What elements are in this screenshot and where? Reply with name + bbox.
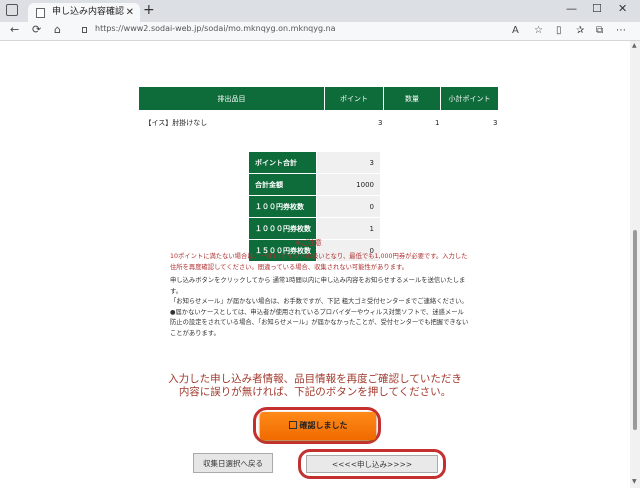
scroll-down-icon[interactable]: ▼ [632,478,637,485]
summary-label: ポイント合計 [248,151,317,174]
split-screen-icon[interactable]: ▯ [556,25,562,36]
summary-value: 3 [316,151,381,174]
back-arrow-icon[interactable]: ← [10,23,19,36]
read-aloud-icon[interactable]: A [512,25,519,36]
summary-row: １０００円券枚数 1 [248,217,381,240]
submit-button[interactable]: <<<<申し込み>>>> [306,455,438,473]
minimize-button[interactable]: — [566,2,577,15]
scroll-thumb[interactable] [633,230,637,430]
favorite-star-icon[interactable]: ☆ [534,25,543,36]
favorites-icon[interactable]: ✰ [576,25,584,36]
summary-value: 0 [316,195,381,218]
column-header-subtotal: 小計ポイント [440,86,499,111]
notice-line: 「お知らせメール」が届かない場合は、お手数ですが、下記 粗大ゴミ受付センターまで… [170,298,468,305]
notice-title: ※ご注意 [295,239,322,247]
notice-warning-text: 10ポイントに満たない場合は、一律10ポイントの扱いとなり、最低でも1,000円… [170,253,468,271]
summary-row: 合計金額 1000 [248,173,381,196]
item-name: 【イス】肘掛けなし [144,118,208,127]
column-header-points: ポイント [324,86,384,111]
confirm-message-line: 入力した申し込み者情報、品目情報を再度ご確認していただき [168,373,462,385]
item-qty: 1 [435,118,440,127]
items-table: 排出品目 ポイント 数量 小計ポイント 【イス】肘掛けなし 3 1 3 [138,86,499,134]
new-tab-button[interactable]: + [143,2,155,18]
summary-label: 合計金額 [248,173,317,196]
confirm-button[interactable]: 確認しました [260,412,376,440]
checkbox-icon[interactable] [288,421,297,429]
summary-value: 1000 [316,173,381,196]
maximize-button[interactable]: ☐ [592,2,602,15]
tab-actions-icon[interactable] [6,4,18,16]
notice-body: 申し込みボタンをクリックしてから 通常1時間以内に申し込み内容をお知らせするメー… [170,276,470,339]
scroll-up-icon[interactable]: ▲ [632,42,637,49]
back-to-date-button[interactable]: 収集日選択へ戻る [193,453,273,473]
summary-label: １０００円券枚数 [248,217,317,240]
more-menu-icon[interactable]: ⋯ [616,25,626,36]
notice-warning: 10ポイントに満たない場合は、一律10ポイントの扱いとなり、最低でも1,000円… [170,252,470,273]
item-points: 3 [378,118,383,127]
confirm-button-label: 確認しました [299,421,348,430]
address-bar[interactable]: https://www2.sodai-web.jp/sodai/mo.mknqy… [95,24,336,33]
confirm-message: 入力した申し込み者情報、品目情報を再度ご確認していただき 内容に誤りが無ければ、… [160,373,470,399]
navigation-bar: ← ⟳ ⌂ https://www2.sodai-web.jp/sodai/mo… [0,22,640,41]
tab-title: 申し込み内容確認 [52,7,125,17]
column-header-item: 排出品目 [138,86,325,111]
table-row: 【イス】肘掛けなし 3 1 3 [139,111,499,135]
notice-line: ●届かないケースとしては、申込者が使用されているプロバイダーやウィルス対策ソフト… [170,308,469,337]
browser-tab[interactable]: 申し込み内容確認 ✕ [28,3,140,22]
lock-icon [82,27,87,33]
tab-bar: 申し込み内容確認 ✕ + — ☐ ✕ [0,0,640,22]
document-icon [36,8,45,18]
summary-row: １００円券枚数 0 [248,195,381,218]
summary-label: １００円券枚数 [248,195,317,218]
notice-line: 申し込みボタンをクリックしてから 通常1時間以内に申し込み内容をお知らせするメー… [170,277,466,295]
confirm-message-line: 内容に誤りが無ければ、下記のボタンを押してください。 [178,386,452,398]
item-subtotal: 3 [493,118,498,127]
summary-row: ポイント合計 3 [248,151,381,174]
summary-value: 1 [316,217,381,240]
collections-icon[interactable]: ⧉ [596,25,603,36]
close-window-button[interactable]: ✕ [618,2,627,15]
column-header-qty: 数量 [383,86,441,111]
home-icon[interactable]: ⌂ [54,23,61,36]
refresh-icon[interactable]: ⟳ [32,23,41,36]
close-tab-icon[interactable]: ✕ [126,3,134,22]
